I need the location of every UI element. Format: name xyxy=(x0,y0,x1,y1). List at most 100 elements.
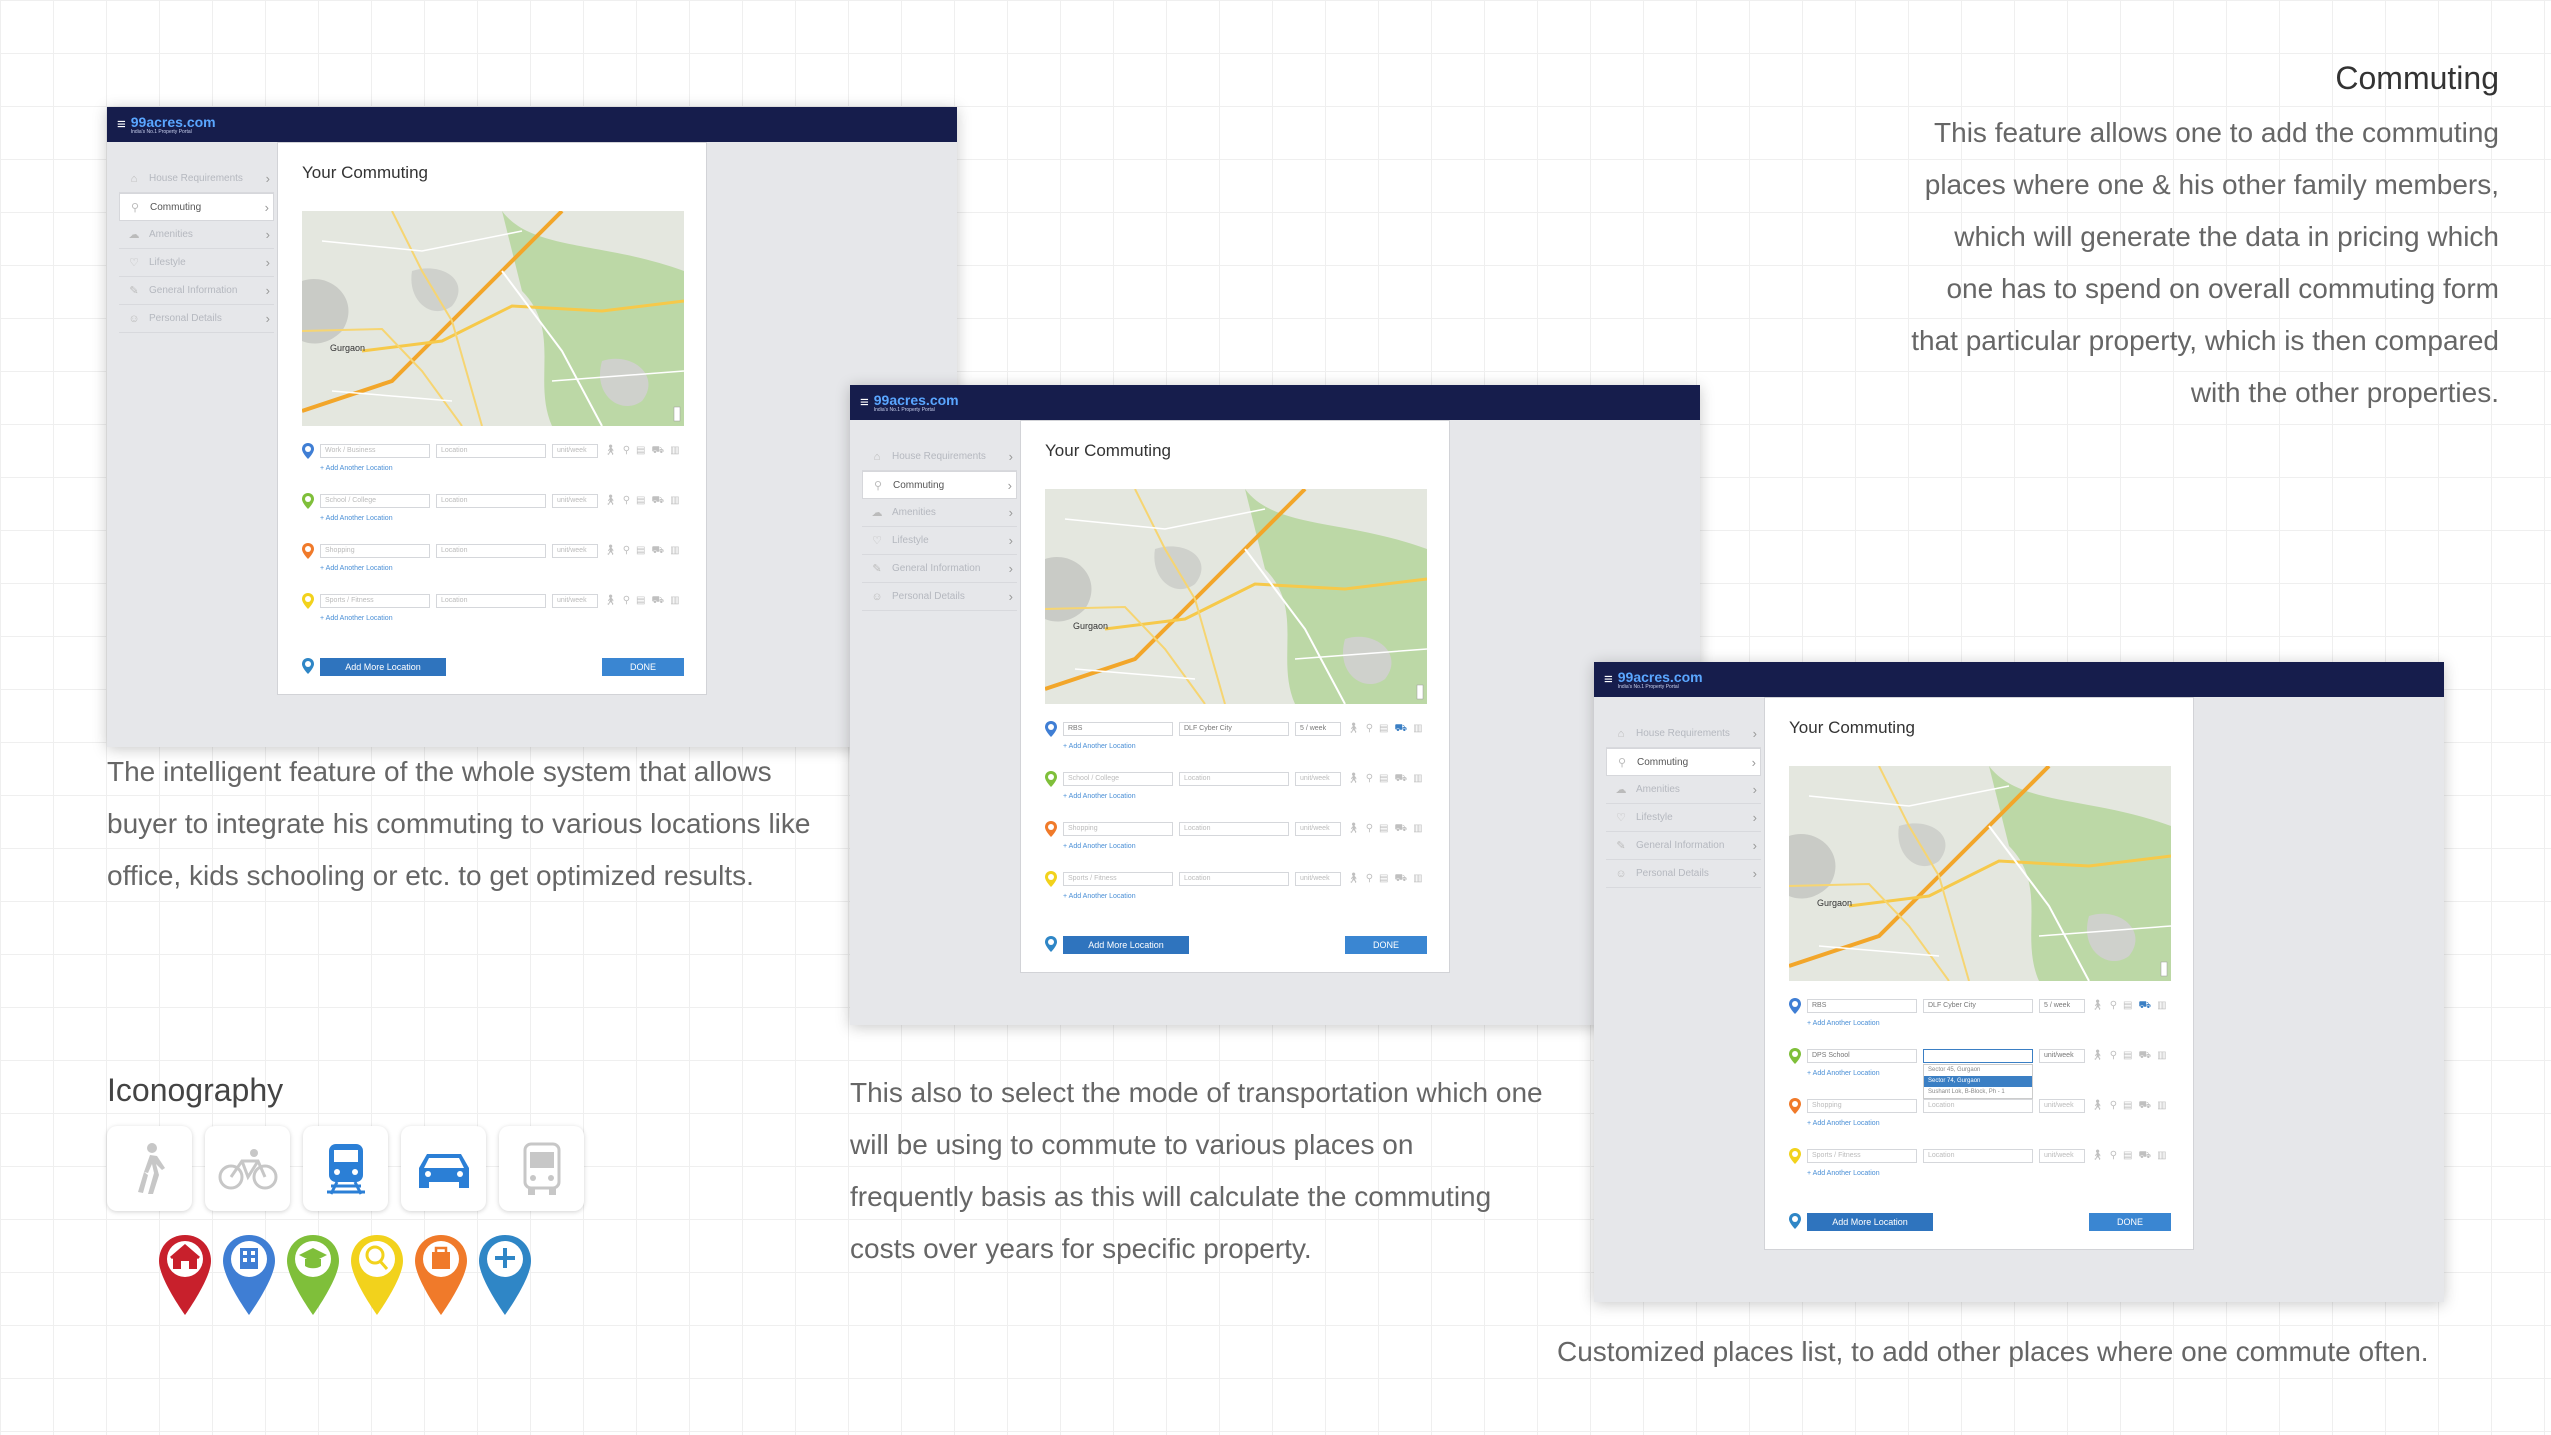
bus-mode-icon[interactable]: ▥ xyxy=(2157,1150,2166,1162)
walk-mode-icon[interactable]: 🚶︎ xyxy=(1347,723,1360,735)
place-field[interactable]: Shopping xyxy=(1807,1099,1917,1113)
commute-map[interactable]: Gurgaon xyxy=(1045,489,1427,704)
menu-icon[interactable]: ≡ xyxy=(860,395,869,410)
frequency-field[interactable]: unit/week xyxy=(552,544,598,558)
car-mode-icon[interactable]: ⛟ xyxy=(2138,1050,2151,1062)
sidebar-item-commuting[interactable]: ⚲ Commuting › xyxy=(1606,748,1761,776)
frequency-field[interactable]: unit/week xyxy=(2039,1049,2085,1063)
walk-mode-icon[interactable]: 🚶︎ xyxy=(604,545,617,557)
sidebar-item-personal-details[interactable]: ☺ Personal Details › xyxy=(862,583,1017,611)
menu-icon[interactable]: ≡ xyxy=(117,117,126,132)
bus-mode-icon[interactable]: ▥ xyxy=(670,545,679,557)
add-another-location-link[interactable]: + Add Another Location xyxy=(1807,1120,1880,1127)
sidebar-item-lifestyle[interactable]: ♡ Lifestyle › xyxy=(862,527,1017,555)
frequency-field[interactable]: unit/week xyxy=(1295,872,1341,886)
place-field[interactable]: Sports / Fitness xyxy=(320,594,430,608)
car-mode-icon[interactable]: ⛟ xyxy=(651,595,664,607)
car-mode-icon[interactable]: ⛟ xyxy=(1394,723,1407,735)
train-mode-icon[interactable]: ▤ xyxy=(636,595,645,607)
menu-icon[interactable]: ≡ xyxy=(1604,672,1613,687)
bus-mode-icon[interactable]: ▥ xyxy=(670,445,679,457)
place-field[interactable]: School / College xyxy=(1063,772,1173,786)
train-mode-icon[interactable]: ▤ xyxy=(636,495,645,507)
walk-mode-icon[interactable]: 🚶︎ xyxy=(2091,1100,2104,1112)
location-field[interactable] xyxy=(1923,1049,2033,1063)
sidebar-item-personal-details[interactable]: ☺ Personal Details › xyxy=(1606,860,1761,888)
train-mode-icon[interactable]: ▤ xyxy=(2123,1150,2132,1162)
place-field[interactable]: DPS School xyxy=(1807,1049,1917,1063)
add-another-location-link[interactable]: + Add Another Location xyxy=(1807,1170,1880,1177)
train-mode-icon[interactable]: ▤ xyxy=(2123,1050,2132,1062)
commute-map[interactable]: Gurgaon xyxy=(1789,766,2171,981)
bicycle-mode-icon[interactable]: ⚲ xyxy=(2110,1150,2117,1162)
sidebar-item-amenities[interactable]: ☁ Amenities › xyxy=(1606,776,1761,804)
walk-mode-icon[interactable]: 🚶︎ xyxy=(604,595,617,607)
sidebar-item-personal-details[interactable]: ☺ Personal Details › xyxy=(119,305,274,333)
location-field[interactable]: Location xyxy=(1923,1149,2033,1163)
add-another-location-link[interactable]: + Add Another Location xyxy=(320,565,393,572)
site-logo[interactable]: 99acres.com India's No.1 Property Portal xyxy=(874,393,959,413)
frequency-field[interactable]: unit/week xyxy=(552,594,598,608)
car-mode-icon[interactable]: ⛟ xyxy=(2138,1000,2151,1012)
location-field[interactable]: Location xyxy=(1923,1099,2033,1113)
done-button[interactable]: DONE xyxy=(1345,936,1427,954)
bicycle-mode-icon[interactable]: ⚲ xyxy=(1366,723,1373,735)
location-field[interactable]: Location xyxy=(436,494,546,508)
frequency-field[interactable]: 5 / week xyxy=(1295,722,1341,736)
suggestion-item[interactable]: Sector 45, Gurgaon xyxy=(1924,1065,2032,1076)
train-mode-icon[interactable]: ▤ xyxy=(1379,873,1388,885)
frequency-field[interactable]: unit/week xyxy=(2039,1149,2085,1163)
bus-mode-icon[interactable]: ▥ xyxy=(1413,873,1422,885)
sidebar-item-house-requirements[interactable]: ⌂ House Requirements › xyxy=(1606,720,1761,748)
walk-mode-icon[interactable]: 🚶︎ xyxy=(604,495,617,507)
add-another-location-link[interactable]: + Add Another Location xyxy=(1807,1070,1880,1077)
add-another-location-link[interactable]: + Add Another Location xyxy=(320,465,393,472)
bus-mode-icon[interactable]: ▥ xyxy=(670,495,679,507)
add-more-location-button[interactable]: Add More Location xyxy=(1807,1213,1933,1231)
car-mode-icon[interactable]: ⛟ xyxy=(651,495,664,507)
location-field[interactable]: Location xyxy=(436,594,546,608)
done-button[interactable]: DONE xyxy=(2089,1213,2171,1231)
bicycle-mode-icon[interactable]: ⚲ xyxy=(1366,873,1373,885)
bicycle-mode-icon[interactable]: ⚲ xyxy=(623,445,630,457)
bus-mode-icon[interactable]: ▥ xyxy=(670,595,679,607)
train-mode-icon[interactable]: ▤ xyxy=(636,445,645,457)
location-field[interactable]: DLF Cyber City xyxy=(1179,722,1289,736)
sidebar-item-general-information[interactable]: ✎ General Information › xyxy=(119,277,274,305)
walk-mode-icon[interactable]: 🚶︎ xyxy=(604,445,617,457)
add-another-location-link[interactable]: + Add Another Location xyxy=(1063,843,1136,850)
car-mode-icon[interactable]: ⛟ xyxy=(2138,1100,2151,1112)
sidebar-item-house-requirements[interactable]: ⌂ House Requirements › xyxy=(862,443,1017,471)
frequency-field[interactable]: unit/week xyxy=(552,494,598,508)
place-field[interactable]: Shopping xyxy=(1063,822,1173,836)
bus-mode-icon[interactable]: ▥ xyxy=(2157,1050,2166,1062)
train-mode-icon[interactable]: ▤ xyxy=(2123,1100,2132,1112)
sidebar-item-commuting[interactable]: ⚲ Commuting › xyxy=(862,471,1017,499)
sidebar-item-general-information[interactable]: ✎ General Information › xyxy=(1606,832,1761,860)
bus-mode-icon[interactable]: ▥ xyxy=(2157,1100,2166,1112)
place-field[interactable]: School / College xyxy=(320,494,430,508)
walk-mode-icon[interactable]: 🚶︎ xyxy=(2091,1050,2104,1062)
frequency-field[interactable]: unit/week xyxy=(1295,772,1341,786)
frequency-field[interactable]: 5 / week xyxy=(2039,999,2085,1013)
bicycle-mode-icon[interactable]: ⚲ xyxy=(2110,1000,2117,1012)
location-field[interactable]: DLF Cyber City xyxy=(1923,999,2033,1013)
bus-mode-icon[interactable]: ▥ xyxy=(1413,723,1422,735)
car-mode-icon[interactable]: ⛟ xyxy=(1394,823,1407,835)
place-field[interactable]: Shopping xyxy=(320,544,430,558)
sidebar-item-house-requirements[interactable]: ⌂ House Requirements › xyxy=(119,165,274,193)
bicycle-mode-icon[interactable]: ⚲ xyxy=(2110,1050,2117,1062)
car-mode-icon[interactable]: ⛟ xyxy=(1394,773,1407,785)
sidebar-item-lifestyle[interactable]: ♡ Lifestyle › xyxy=(119,249,274,277)
train-mode-icon[interactable]: ▤ xyxy=(636,545,645,557)
car-mode-icon[interactable]: ⛟ xyxy=(651,545,664,557)
train-mode-icon[interactable]: ▤ xyxy=(1379,723,1388,735)
add-more-location-button[interactable]: Add More Location xyxy=(1063,936,1189,954)
add-another-location-link[interactable]: + Add Another Location xyxy=(1063,893,1136,900)
commute-map[interactable]: Gurgaon xyxy=(302,211,684,426)
place-field[interactable]: Sports / Fitness xyxy=(1063,872,1173,886)
car-mode-icon[interactable]: ⛟ xyxy=(1394,873,1407,885)
bicycle-mode-icon[interactable]: ⚲ xyxy=(623,495,630,507)
bicycle-mode-icon[interactable]: ⚲ xyxy=(1366,823,1373,835)
bicycle-mode-icon[interactable]: ⚲ xyxy=(1366,773,1373,785)
